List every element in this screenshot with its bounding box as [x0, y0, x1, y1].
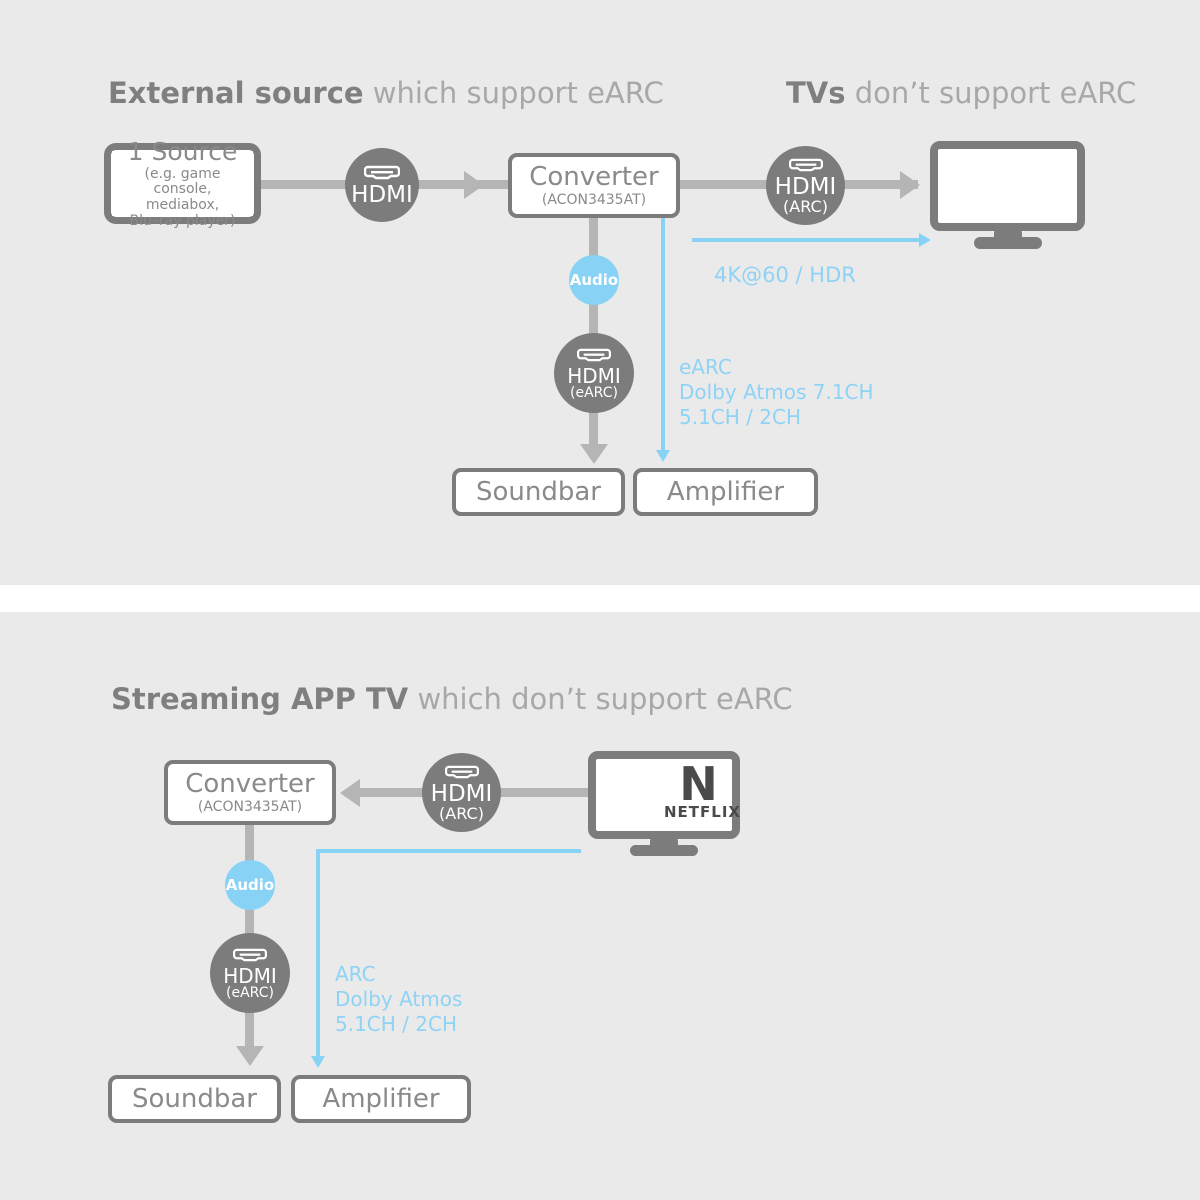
audio-spec-label: eARC Dolby Atmos 7.1CH 5.1CH / 2CH: [679, 355, 874, 430]
hdmi-badge-earc: HDMI (eARC): [554, 333, 634, 413]
tv-display-netflix: N NETFLIX: [588, 751, 740, 856]
panel-top-heading: External source which support eARC: [108, 76, 664, 110]
connector-arc-vertical: [316, 849, 320, 1061]
hdmi-port-icon: [576, 347, 612, 365]
heading-light: which support eARC: [363, 76, 664, 110]
panel-bottom-heading: Streaming APP TV which don’t support eAR…: [111, 682, 793, 716]
soundbar-box: Soundbar: [452, 468, 625, 516]
source-detail-line2: mediabox,: [145, 197, 220, 213]
tv-display: [930, 141, 1085, 249]
hdmi-badge-sub: (ARC): [783, 196, 828, 216]
tv-frame: [930, 141, 1085, 231]
amplifier-box: Amplifier: [291, 1075, 471, 1123]
audio-badge: Audio: [225, 860, 275, 910]
connector-converter-to-arc: [680, 180, 770, 189]
arrowhead-to-soundbar: [580, 444, 608, 464]
hdmi-port-icon: [788, 157, 823, 175]
hdmi-badge-input: HDMI: [345, 148, 419, 222]
heading2-strong: TVs: [786, 76, 846, 110]
amplifier-title: Amplifier: [322, 1083, 440, 1114]
arrowhead-to-converter: [340, 779, 360, 807]
hdmi-badge-arc: HDMI (ARC): [422, 753, 501, 832]
heading-light: which don’t support eARC: [408, 682, 793, 716]
hdmi-port-icon: [232, 947, 268, 965]
audio-badge-label: Audio: [225, 875, 275, 894]
heading2-light: don’t support eARC: [845, 76, 1137, 110]
amplifier-title: Amplifier: [666, 476, 785, 507]
hdmi-badge-label: HDMI: [223, 963, 277, 988]
converter-model: (ACON3435AT): [197, 798, 303, 815]
arrowhead-to-amplifier: [656, 450, 670, 462]
hdmi-badge-label: HDMI: [567, 363, 621, 388]
audio-badge: Audio: [569, 255, 619, 305]
audio-spec-line2: Dolby Atmos 7.1CH: [679, 380, 874, 404]
converter-box: Converter (ACON3435AT): [164, 760, 336, 825]
converter-box: Converter (ACON3435AT): [508, 153, 680, 218]
arrowhead-video-4k: [919, 233, 931, 247]
audio-spec-line1: ARC: [335, 962, 376, 986]
connector-arc-to-converter: [360, 788, 425, 797]
arrowhead-to-tv: [900, 171, 920, 199]
netflix-n-icon: N: [679, 757, 718, 811]
connector-arc-horizontal: [316, 849, 581, 853]
arrowhead-to-soundbar: [236, 1046, 264, 1066]
audio-spec-line2: Dolby Atmos: [335, 987, 463, 1011]
source-detail: (e.g. game console, mediabox, Blu–ray pl…: [114, 165, 251, 230]
tv-foot: [974, 237, 1042, 249]
connector-hdmi-to-converter: [410, 180, 510, 189]
audio-spec-label: ARC Dolby Atmos 5.1CH / 2CH: [335, 962, 462, 1037]
heading-strong: External source: [108, 76, 364, 110]
diagram-panel-external-source: External source which support eARC TVs d…: [0, 0, 1200, 585]
heading-strong: Streaming APP TV: [111, 682, 409, 716]
hdmi-badge-sub: (eARC): [570, 384, 618, 401]
panel-top-heading-tvs: TVs don’t support eARC: [786, 76, 1136, 110]
source-title: 1 Source: [127, 136, 238, 166]
hdmi-badge-sub: (eARC): [226, 984, 274, 1001]
hdmi-port-icon: [363, 164, 401, 183]
hdmi-badge-label: HDMI: [430, 780, 493, 807]
audio-spec-line3: 5.1CH / 2CH: [679, 405, 801, 429]
hdmi-port-icon: [444, 764, 479, 782]
hdmi-badge-label: HDMI: [774, 173, 837, 200]
hdmi-badge-earc: HDMI (eARC): [210, 933, 290, 1013]
connector-tv-to-arc: [499, 788, 594, 797]
source-detail-line3: Blu–ray player): [129, 212, 236, 229]
source-detail-line1: (e.g. game console,: [144, 165, 221, 198]
soundbar-title: Soundbar: [132, 1083, 257, 1114]
arrowhead-to-converter: [464, 171, 484, 199]
source-box-inner: 1 Source (e.g. game console, mediabox, B…: [112, 138, 253, 228]
hdmi-badge-label: HDMI: [351, 181, 413, 208]
soundbar-box: Soundbar: [108, 1075, 281, 1123]
netflix-wordmark: NETFLIX: [664, 803, 741, 822]
converter-title: Converter: [529, 161, 659, 192]
hdmi-badge-sub: (ARC): [439, 803, 484, 823]
soundbar-title: Soundbar: [476, 476, 601, 507]
connector-video-4k: [692, 238, 922, 242]
connector-source-to-hdmi: [261, 180, 353, 189]
arrowhead-to-amplifier: [311, 1056, 325, 1068]
connector-earc-to-amplifier: [661, 218, 665, 454]
netflix-logo: N NETFLIX: [664, 757, 741, 822]
tv-foot: [630, 845, 698, 856]
audio-spec-line1: eARC: [679, 355, 732, 379]
video-spec-label: 4K@60 / HDR: [714, 263, 856, 287]
converter-model: (ACON3435AT): [541, 191, 647, 208]
diagram-panel-streaming-app-tv: Streaming APP TV which don’t support eAR…: [0, 612, 1200, 1200]
audio-spec-line3: 5.1CH / 2CH: [335, 1012, 457, 1036]
source-box: 1 Source (e.g. game console, mediabox, B…: [104, 138, 261, 228]
converter-title: Converter: [185, 768, 315, 799]
amplifier-box: Amplifier: [633, 468, 818, 516]
hdmi-badge-arc: HDMI (ARC): [766, 146, 845, 225]
audio-badge-label: Audio: [569, 270, 619, 289]
